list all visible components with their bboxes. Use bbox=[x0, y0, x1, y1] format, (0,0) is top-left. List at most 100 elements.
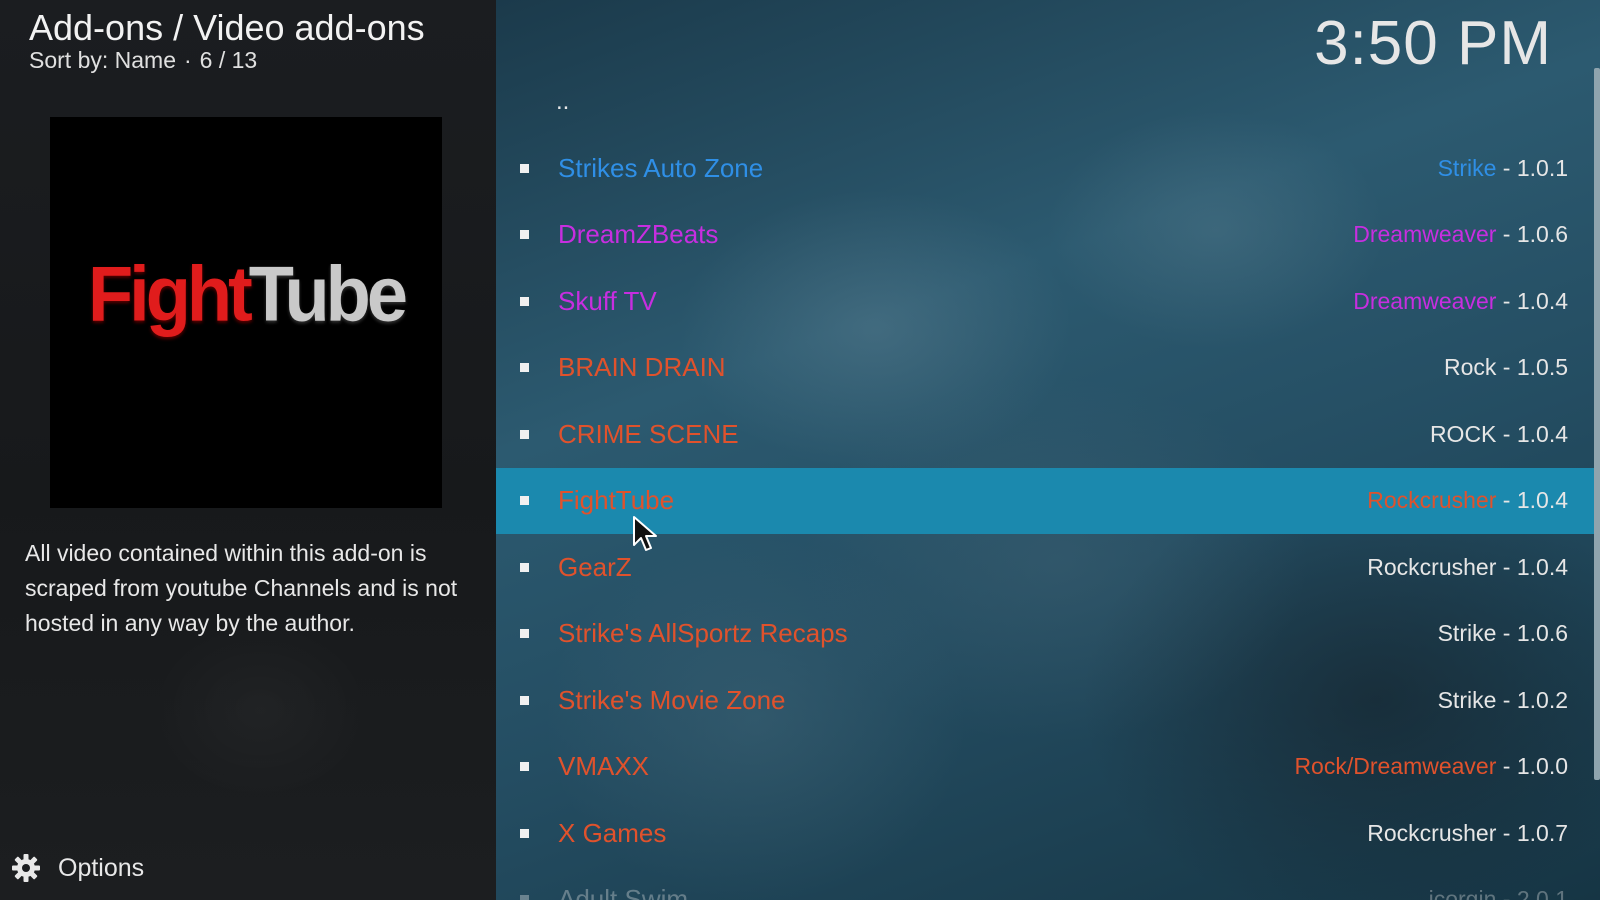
addon-version: 1.0.2 bbox=[1516, 686, 1568, 713]
parent-folder-item[interactable]: .. bbox=[556, 88, 569, 116]
addon-thumbnail: FightTube bbox=[50, 117, 442, 508]
addon-version: 1.0.7 bbox=[1516, 819, 1568, 846]
addon-author: Rockcrusher bbox=[1367, 819, 1497, 846]
square-bullet-icon bbox=[520, 163, 529, 173]
addon-author-version: Strike - 1.0.1 bbox=[1438, 155, 1568, 182]
version-separator: - bbox=[1496, 354, 1517, 381]
addon-author: Rock bbox=[1443, 354, 1497, 381]
list-item[interactable]: X Games Rockcrusher - 1.0.7 bbox=[496, 800, 1600, 867]
addon-name: Strike's AllSportz Recaps bbox=[558, 618, 848, 649]
sort-separator: · bbox=[184, 47, 192, 73]
square-bullet-icon bbox=[520, 296, 529, 306]
square-bullet-icon bbox=[520, 895, 529, 900]
addon-author: Rock/Dreamweaver bbox=[1294, 753, 1497, 780]
addon-version: 1.0.4 bbox=[1516, 553, 1568, 580]
sort-label[interactable]: Sort by: Name bbox=[29, 47, 176, 73]
addon-name: Strike's Movie Zone bbox=[558, 684, 786, 715]
version-separator: - bbox=[1496, 287, 1517, 314]
addon-version: 1.0.6 bbox=[1516, 221, 1568, 248]
addon-version: 1.0.1 bbox=[1516, 154, 1568, 181]
version-separator: - bbox=[1496, 753, 1517, 780]
addon-author: Strike bbox=[1437, 154, 1497, 181]
addon-name: Strikes Auto Zone bbox=[558, 152, 764, 183]
square-bullet-icon bbox=[520, 429, 529, 439]
addon-version: 2.0.1 bbox=[1516, 886, 1568, 900]
addon-author-version: Rockcrusher - 1.0.4 bbox=[1367, 487, 1568, 514]
options-label: Options bbox=[58, 853, 145, 882]
addon-author-version: Rock/Dreamweaver - 1.0.0 bbox=[1294, 753, 1568, 780]
addon-author: Dreamweaver bbox=[1353, 221, 1497, 248]
square-bullet-icon bbox=[520, 762, 529, 772]
version-separator: - bbox=[1496, 886, 1517, 900]
addon-name: Adult Swim bbox=[558, 884, 689, 900]
addon-author: jcorgin bbox=[1428, 886, 1497, 900]
square-bullet-icon bbox=[520, 562, 529, 572]
list-item[interactable]: DreamZBeats Dreamweaver - 1.0.6 bbox=[496, 202, 1600, 269]
list-item[interactable]: CRIME SCENE ROCK - 1.0.4 bbox=[496, 401, 1600, 468]
logo-text-fight: Fight bbox=[87, 249, 253, 338]
addon-author: Strike bbox=[1437, 620, 1497, 647]
addon-author-version: Rock - 1.0.5 bbox=[1444, 354, 1568, 381]
addon-author-version: jcorgin - 2.0.1 bbox=[1429, 886, 1568, 900]
addon-description: All video contained within this add-on i… bbox=[25, 540, 458, 636]
list-item[interactable]: Strikes Auto Zone Strike - 1.0.1 bbox=[496, 135, 1600, 202]
version-separator: - bbox=[1496, 686, 1517, 713]
addon-author: Rockcrusher bbox=[1367, 487, 1497, 514]
list-item[interactable]: VMAXX Rock/Dreamweaver - 1.0.0 bbox=[496, 734, 1600, 801]
addon-name: Skuff TV bbox=[558, 285, 657, 316]
addon-version: 1.0.6 bbox=[1516, 620, 1568, 647]
square-bullet-icon bbox=[520, 695, 529, 705]
addon-version: 1.0.0 bbox=[1516, 753, 1568, 780]
addon-author: Strike bbox=[1437, 686, 1497, 713]
logo-text-tube: Tube bbox=[248, 249, 408, 338]
addon-author: Rockcrusher bbox=[1367, 553, 1497, 580]
square-bullet-icon bbox=[520, 363, 529, 373]
addon-version: 1.0.4 bbox=[1516, 420, 1568, 447]
addon-author-version: Strike - 1.0.6 bbox=[1438, 620, 1568, 647]
fighttube-logo: FightTube bbox=[87, 249, 408, 338]
version-separator: - bbox=[1496, 420, 1517, 447]
list-item[interactable]: Adult Swim jcorgin - 2.0.1 bbox=[496, 867, 1600, 900]
addon-author-version: Rockcrusher - 1.0.7 bbox=[1367, 820, 1568, 847]
list-item[interactable]: BRAIN DRAIN Rock - 1.0.5 bbox=[496, 335, 1600, 402]
list-item[interactable]: Strike's AllSportz Recaps Strike - 1.0.6 bbox=[496, 601, 1600, 668]
addon-name: FightTube bbox=[558, 485, 675, 516]
addon-version: 1.0.4 bbox=[1516, 487, 1568, 514]
addon-author-version: Strike - 1.0.2 bbox=[1438, 687, 1568, 714]
square-bullet-icon bbox=[520, 496, 529, 506]
clock: 3:50 PM bbox=[1314, 9, 1552, 78]
square-bullet-icon bbox=[520, 230, 529, 240]
list-item[interactable]: Skuff TV Dreamweaver - 1.0.4 bbox=[496, 268, 1600, 335]
version-separator: - bbox=[1496, 487, 1517, 514]
addon-name: X Games bbox=[558, 817, 667, 848]
addon-name: DreamZBeats bbox=[558, 219, 719, 250]
list-item[interactable]: FightTube Rockcrusher - 1.0.4 bbox=[496, 467, 1600, 534]
info-panel: Add-ons / Video add-ons Sort by: Name · 6 … bbox=[0, 0, 496, 900]
version-separator: - bbox=[1496, 154, 1517, 181]
square-bullet-icon bbox=[520, 629, 529, 639]
square-bullet-icon bbox=[520, 828, 529, 838]
addon-version: 1.0.4 bbox=[1516, 287, 1568, 314]
addon-name: GearZ bbox=[558, 551, 632, 582]
addon-author: ROCK bbox=[1429, 420, 1497, 447]
version-separator: - bbox=[1496, 819, 1517, 846]
list-item[interactable]: GearZ Rockcrusher - 1.0.4 bbox=[496, 534, 1600, 601]
breadcrumb: Add-ons / Video add-ons bbox=[29, 7, 425, 48]
addon-version: 1.0.5 bbox=[1516, 354, 1568, 381]
addon-author-version: Dreamweaver - 1.0.4 bbox=[1353, 288, 1568, 315]
scrollbar[interactable] bbox=[1594, 68, 1600, 780]
item-position: 6 / 13 bbox=[199, 47, 258, 73]
version-separator: - bbox=[1496, 221, 1517, 248]
addon-name: VMAXX bbox=[558, 751, 650, 782]
version-separator: - bbox=[1496, 620, 1517, 647]
version-separator: - bbox=[1496, 553, 1517, 580]
addon-author-version: Rockcrusher - 1.0.4 bbox=[1367, 554, 1568, 581]
addon-author-version: Dreamweaver - 1.0.6 bbox=[1353, 221, 1568, 248]
list-item[interactable]: Strike's Movie Zone Strike - 1.0.2 bbox=[496, 667, 1600, 734]
addon-name: CRIME SCENE bbox=[558, 418, 739, 449]
options-button[interactable]: Options bbox=[10, 852, 144, 884]
addon-list-panel: 3:50 PM .. Strikes Auto Zone Strike - 1.0… bbox=[496, 0, 1600, 900]
mouse-pointer-icon bbox=[633, 516, 657, 551]
sort-info: Sort by: Name · 6 / 13 bbox=[29, 45, 257, 75]
gear-icon bbox=[12, 854, 40, 882]
